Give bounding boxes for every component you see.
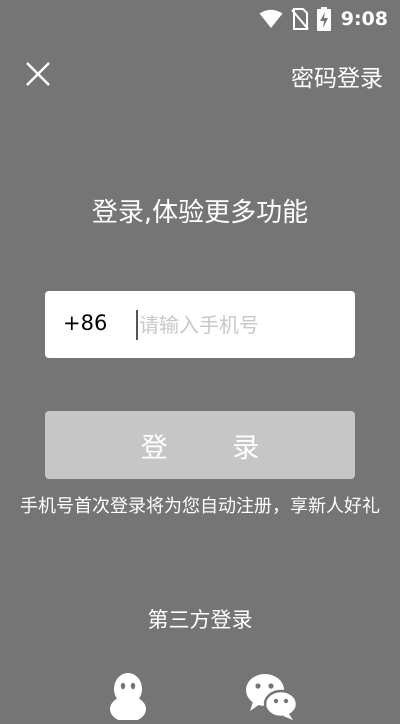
phone-field[interactable]: +86 <box>45 291 355 358</box>
battery-charging-icon <box>316 7 331 31</box>
page-title: 登录,体验更多功能 <box>91 198 309 228</box>
wechat-login-button[interactable] <box>245 672 299 724</box>
status-bar: 9:08 <box>0 0 400 38</box>
close-icon <box>26 62 50 86</box>
text-caret <box>136 310 138 340</box>
wifi-icon <box>259 9 283 28</box>
third-party-login-title: 第三方登录 <box>147 608 253 632</box>
no-sim-icon <box>290 8 309 30</box>
close-button[interactable] <box>24 60 52 88</box>
status-time: 9:08 <box>340 8 388 30</box>
wechat-icon <box>246 674 299 720</box>
qq-login-button[interactable] <box>108 672 148 724</box>
status-icons: 9:08 <box>259 7 388 31</box>
registration-notice: 手机号首次登录将为您自动注册，享新人好礼 <box>20 496 380 517</box>
qq-icon <box>110 673 146 722</box>
password-login-link[interactable]: 密码登录 <box>291 59 383 93</box>
login-button[interactable]: 登 录 <box>45 411 355 479</box>
phone-input[interactable] <box>139 306 335 344</box>
country-code[interactable]: +86 <box>63 311 107 335</box>
